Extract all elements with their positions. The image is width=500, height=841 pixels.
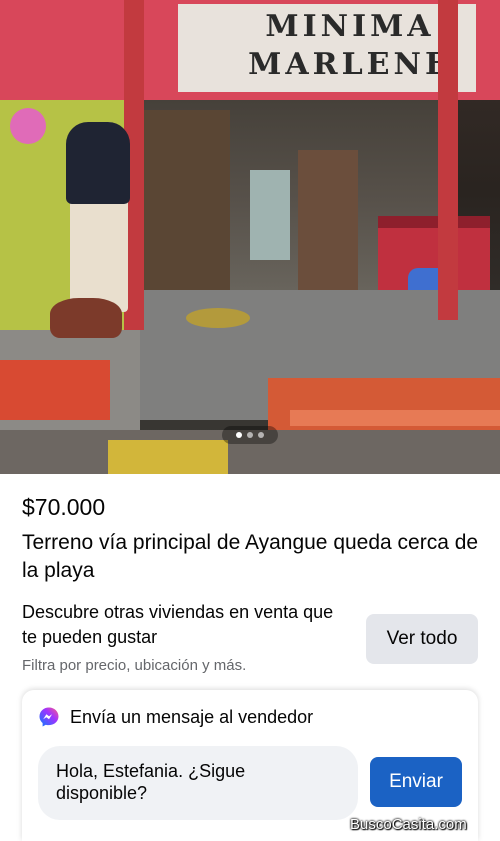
watermark-text: BuscoCasita.com (350, 816, 467, 833)
red-step-edge (290, 410, 500, 426)
carousel-dot[interactable] (258, 432, 264, 438)
carousel-dot[interactable] (247, 432, 253, 438)
discover-text: Descubre otras viviendas en venta que te… (22, 602, 334, 647)
potted-plant (50, 298, 122, 338)
store-shelf (140, 110, 230, 290)
store-sign-line1: MINIMA (265, 9, 435, 44)
floor-light-spot (186, 308, 250, 328)
red-pillar (438, 0, 458, 320)
listing-price: $70.000 (22, 494, 106, 520)
listing-photo[interactable]: MINIMA MARLENE (0, 0, 500, 474)
discover-subtext: Filtra por precio, ubicación y más. (22, 657, 247, 674)
store-sign-text: MINIMA MARLENE (230, 8, 470, 84)
messenger-icon (38, 706, 60, 728)
send-button[interactable]: Enviar (370, 757, 462, 807)
carousel-dot[interactable] (236, 432, 242, 438)
see-all-button[interactable]: Ver todo (366, 614, 478, 664)
tactile-paving (108, 440, 228, 474)
carousel-indicator[interactable] (222, 426, 278, 444)
store-fridge (250, 170, 290, 260)
mannequin-shirt (66, 122, 130, 204)
message-input[interactable]: Hola, Estefania. ¿Sigue disponible? (38, 746, 358, 820)
store-sign-line2: MARLENE (248, 47, 452, 82)
butterfly-decoration (10, 108, 46, 144)
listing-title: Terreno vía principal de Ayangue queda c… (22, 531, 479, 582)
store-shelf (298, 150, 358, 300)
message-seller-title: Envía un mensaje al vendedor (70, 707, 314, 727)
message-seller-header: Envía un mensaje al vendedor (38, 706, 313, 728)
ice-cream-cooler-lid (378, 216, 490, 228)
discover-section: Descubre otras viviendas en venta que te… (22, 600, 352, 676)
red-step (0, 360, 110, 420)
